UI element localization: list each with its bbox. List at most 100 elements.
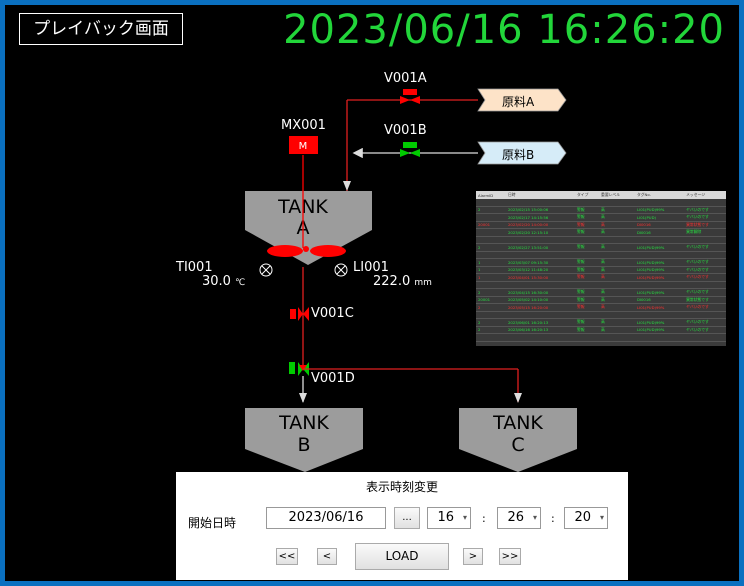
table-row[interactable] bbox=[476, 199, 726, 207]
table-row[interactable]: 20001 2023/05/02 14:10:00 警報高 DI0016 異常状態です bbox=[476, 296, 726, 304]
table-row[interactable] bbox=[476, 311, 726, 319]
alarm-col-header[interactable]: タグNo. bbox=[634, 191, 685, 199]
alarm-cell-id: 20001 bbox=[476, 221, 507, 229]
alarm-cell-id: 2 bbox=[476, 326, 507, 334]
alarm-cell-level: 高 bbox=[599, 266, 635, 274]
table-row[interactable]: 2 2023/06/16 16:20:13 警報高 LI01(PUD)99% ヤバいので… bbox=[476, 326, 726, 334]
alarm-cell-msg bbox=[684, 236, 726, 244]
alarm-cell-id bbox=[476, 333, 507, 342]
hour-select[interactable]: 16 ▾ bbox=[427, 507, 471, 529]
next-button[interactable]: > bbox=[463, 548, 483, 565]
alarm-cell-time: 2023/02/20 14:00:00 bbox=[506, 221, 575, 229]
alarm-cell-type bbox=[575, 333, 600, 342]
alarm-cell-level: 高 bbox=[599, 213, 635, 222]
table-row[interactable]: 2 2023/02/27 13:51:00 警報高 LI01(PUD)99% ヤバいので… bbox=[476, 243, 726, 252]
alarm-cell-type: 警報 bbox=[575, 318, 600, 327]
table-row[interactable]: 1 2023/03/12 11:48:20 警報高 LI01(PUD)99% ヤバいので… bbox=[476, 266, 726, 274]
valve-v001a[interactable] bbox=[400, 89, 420, 104]
sensor-li001-symbol bbox=[334, 263, 348, 277]
alarm-cell-msg bbox=[684, 251, 726, 259]
material-a-label: 原料A bbox=[502, 95, 535, 109]
table-row[interactable]: 2 2023/04/15 16:30:00 警報高 LI01(PUD)99% ヤバいので… bbox=[476, 288, 726, 297]
material-b-label: 原料B bbox=[502, 148, 535, 162]
alarm-col-header[interactable]: AlarmID bbox=[476, 191, 507, 199]
alarm-cell-id bbox=[476, 236, 507, 244]
alarm-cell-level bbox=[599, 333, 635, 342]
alarm-cell-time: 2023/06/16 16:20:13 bbox=[506, 326, 575, 334]
alarm-cell-tag: LI01(PUD)99% bbox=[634, 326, 685, 334]
first-button[interactable]: << bbox=[276, 548, 298, 565]
alarm-cell-time bbox=[506, 199, 575, 207]
alarm-cell-msg: ヤバいのです bbox=[684, 273, 726, 282]
alarm-cell-level bbox=[599, 311, 635, 319]
valve-v001d-tag: V001D bbox=[311, 371, 355, 386]
alarm-col-header[interactable]: 重要レベル bbox=[599, 191, 635, 199]
table-row[interactable]: 2 2023/05/15 16:20:00 警報高 LI01(PUD)99% ヤバいので… bbox=[476, 303, 726, 312]
alarm-cell-tag: LI01(PUD)99% bbox=[634, 318, 685, 327]
table-row[interactable] bbox=[476, 333, 726, 342]
load-button[interactable]: LOAD bbox=[355, 543, 449, 570]
playback-screen: プレイバック画面 2023/06/16 16:26:20 TANK A M TA… bbox=[5, 5, 739, 581]
alarm-table-header: AlarmID 日時 タイプ 重要レベル タグNo. メッセージ bbox=[476, 191, 726, 199]
alarm-cell-id: 2 bbox=[476, 243, 507, 252]
alarm-cell-tag: LI01(PUD) bbox=[634, 213, 685, 222]
tank-b-label-1: TANK bbox=[278, 412, 329, 434]
alarm-cell-type bbox=[575, 251, 600, 259]
alarm-cell-id bbox=[476, 251, 507, 259]
alarm-cell-level bbox=[599, 251, 635, 259]
table-row[interactable]: 2 2023/02/15 15:00:06 警報高 LI01(PUD)99% ヤバいので… bbox=[476, 206, 726, 214]
alarm-cell-msg: ヤバいのです bbox=[684, 258, 726, 267]
ti001-tag: TI001 bbox=[176, 260, 213, 275]
alarm-cell-time: 2023/02/27 13:51:00 bbox=[506, 243, 575, 252]
alarm-col-header[interactable]: メッセージ bbox=[684, 191, 726, 199]
alarm-history-table[interactable]: AlarmID 日時 タイプ 重要レベル タグNo. メッセージ 2 2023/02/15 … bbox=[476, 191, 726, 346]
table-row[interactable]: 1 2023/04/01 15:30:00 警報高 LI01(PUD)99% ヤバいので… bbox=[476, 273, 726, 282]
alarm-cell-id bbox=[476, 199, 507, 207]
table-row[interactable] bbox=[476, 236, 726, 244]
tank-c-label-1: TANK bbox=[492, 412, 543, 434]
second-select[interactable]: 20 ▾ bbox=[564, 507, 608, 529]
chevron-down-icon: ▾ bbox=[462, 513, 467, 522]
alarm-cell-level: 高 bbox=[599, 258, 635, 267]
alarm-cell-type bbox=[575, 311, 600, 319]
alarm-cell-time bbox=[506, 236, 575, 244]
alarm-cell-msg: ヤバいのです bbox=[684, 288, 726, 297]
alarm-cell-tag: LI01(PUD)99% bbox=[634, 243, 685, 252]
alarm-cell-type: 警報 bbox=[575, 213, 600, 222]
alarm-cell-level: 高 bbox=[599, 326, 635, 334]
valve-v001b[interactable] bbox=[400, 142, 420, 157]
alarm-col-header[interactable]: タイプ bbox=[575, 191, 600, 199]
mixer-label: M bbox=[299, 141, 308, 152]
alarm-cell-msg bbox=[684, 281, 726, 289]
table-row[interactable]: 1 2023/03/07 09:15:30 警報高 LI01(PUD)99% ヤバいので… bbox=[476, 258, 726, 267]
alarm-cell-type: 警報 bbox=[575, 206, 600, 214]
alarm-col-header[interactable]: 日時 bbox=[506, 191, 575, 199]
alarm-cell-type: 警報 bbox=[575, 326, 600, 334]
minute-value: 26 bbox=[507, 510, 524, 525]
tank-c: TANK C bbox=[459, 408, 577, 472]
tank-b-label-2: B bbox=[297, 434, 310, 456]
alarm-cell-level: 高 bbox=[599, 318, 635, 327]
alarm-cell-tag: LI01(PUD)99% bbox=[634, 273, 685, 282]
alarm-cell-level bbox=[599, 199, 635, 207]
table-row[interactable]: 2023/02/17 14:15:56 警報高 LI01(PUD) ヤバいのです bbox=[476, 213, 726, 222]
alarm-cell-msg: 異常解除 bbox=[684, 228, 726, 237]
valve-v001c[interactable] bbox=[290, 307, 309, 321]
last-button[interactable]: >> bbox=[499, 548, 521, 565]
ti001-unit: ℃ bbox=[235, 278, 246, 288]
date-input[interactable]: 2023/06/16 bbox=[266, 507, 386, 529]
table-row[interactable]: 2023/02/20 12:15:10 警報高 DI0016 異常解除 bbox=[476, 228, 726, 237]
minute-select[interactable]: 26 ▾ bbox=[497, 507, 541, 529]
table-row[interactable] bbox=[476, 251, 726, 259]
prev-button[interactable]: < bbox=[317, 548, 337, 565]
alarm-cell-tag bbox=[634, 199, 685, 207]
table-row[interactable] bbox=[476, 281, 726, 289]
alarm-cell-msg: ヤバいのです bbox=[684, 266, 726, 274]
alarm-cell-tag: DI0016 bbox=[634, 221, 685, 229]
date-picker-button[interactable]: ... bbox=[394, 507, 420, 529]
alarm-cell-type: 警報 bbox=[575, 266, 600, 274]
table-row[interactable]: 20001 2023/02/20 14:00:00 警報高 DI0016 異常状態です bbox=[476, 221, 726, 229]
table-row[interactable]: 2 2023/06/01 16:20:13 警報高 LI01(PUD)99% ヤバいので… bbox=[476, 318, 726, 327]
alarm-cell-type: 警報 bbox=[575, 228, 600, 237]
alarm-cell-type bbox=[575, 199, 600, 207]
